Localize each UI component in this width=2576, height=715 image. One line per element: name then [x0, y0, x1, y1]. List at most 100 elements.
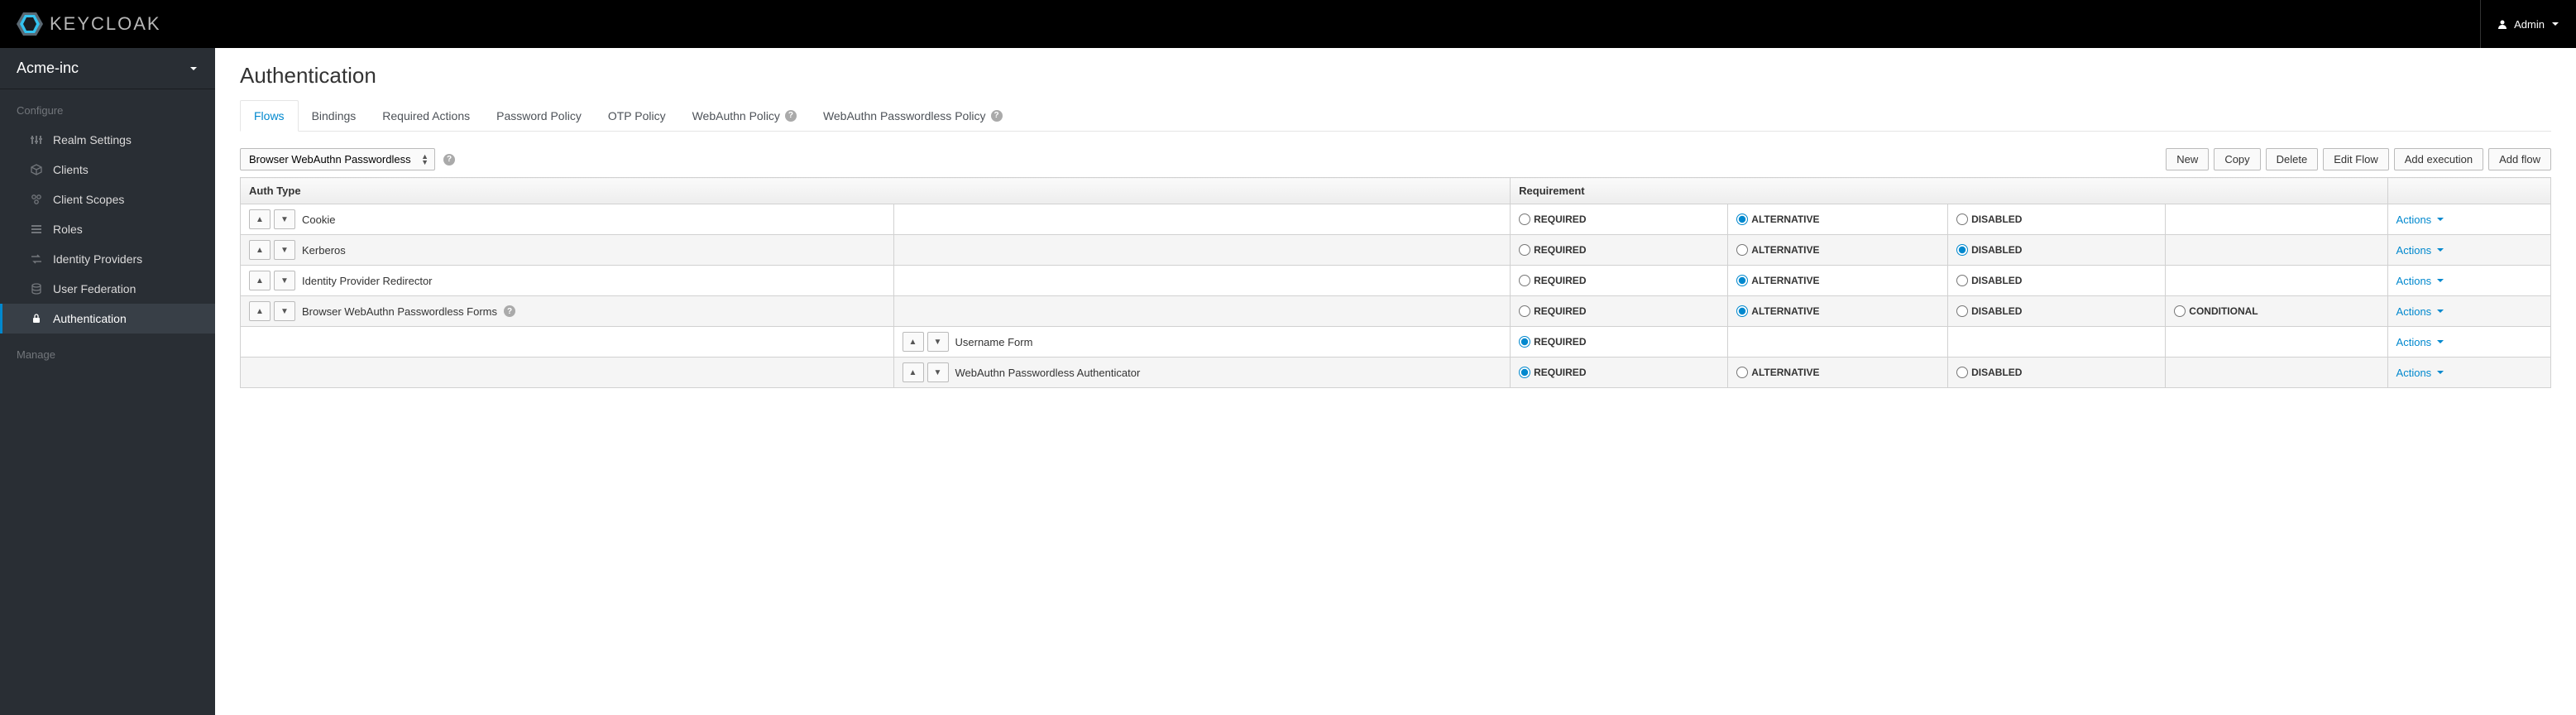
radio-alternative[interactable]	[1736, 214, 1748, 225]
radio-label: DISABLED	[1971, 275, 2022, 286]
delete-button[interactable]: Delete	[2266, 148, 2319, 170]
radio-disabled[interactable]	[1956, 305, 1968, 317]
radio-disabled[interactable]	[1956, 275, 1968, 286]
move-up-button[interactable]: ▲	[249, 209, 271, 229]
move-down-button[interactable]: ▼	[274, 209, 295, 229]
realm-selector[interactable]: Acme-inc	[0, 48, 215, 89]
sidebar-item-user-federation[interactable]: User Federation	[0, 274, 215, 304]
radio-alternative[interactable]	[1736, 367, 1748, 378]
copy-button[interactable]: Copy	[2214, 148, 2260, 170]
help-icon[interactable]: ?	[504, 305, 515, 317]
actions-label: Actions	[2396, 214, 2432, 226]
requirement-required[interactable]: REQUIRED	[1519, 305, 1719, 317]
table-row: ▲▼Identity Provider RedirectorREQUIREDAL…	[241, 266, 2551, 296]
row-actions[interactable]: Actions	[2396, 244, 2542, 257]
topbar: KEYCLOAK Admin	[0, 0, 2576, 48]
requirement-required[interactable]: REQUIRED	[1519, 244, 1719, 256]
requirement-alternative[interactable]: ALTERNATIVE	[1736, 305, 1939, 317]
tab-label: WebAuthn Policy	[692, 109, 780, 122]
move-up-button[interactable]: ▲	[249, 240, 271, 260]
tab-webauthn-passwordless-policy[interactable]: WebAuthn Passwordless Policy ?	[810, 100, 1016, 131]
edit-flow-button[interactable]: Edit Flow	[2323, 148, 2388, 170]
move-up-button[interactable]: ▲	[249, 301, 271, 321]
radio-disabled[interactable]	[1956, 244, 1968, 256]
radio-required[interactable]	[1519, 367, 1530, 378]
requirement-alternative[interactable]: ALTERNATIVE	[1736, 275, 1939, 286]
sidebar-item-authentication[interactable]: Authentication	[0, 304, 215, 334]
add-flow-button[interactable]: Add flow	[2488, 148, 2551, 170]
radio-label: ALTERNATIVE	[1751, 367, 1819, 378]
list-icon	[30, 223, 43, 236]
sidebar-item-realm-settings[interactable]: Realm Settings	[0, 125, 215, 155]
tab-password-policy[interactable]: Password Policy	[483, 100, 595, 131]
requirement-disabled[interactable]: DISABLED	[1956, 275, 2157, 286]
help-icon[interactable]: ?	[785, 110, 797, 122]
radio-conditional[interactable]	[2174, 305, 2186, 317]
tabs: FlowsBindings Required Actions Password Po…	[240, 100, 2551, 132]
sidebar-item-roles[interactable]: Roles	[0, 214, 215, 244]
requirement-alternative[interactable]: ALTERNATIVE	[1736, 214, 1939, 225]
requirement-disabled[interactable]: DISABLED	[1956, 244, 2157, 256]
tab-otp-policy[interactable]: OTP Policy	[595, 100, 679, 131]
sidebar-item-clients[interactable]: Clients	[0, 155, 215, 185]
move-up-button[interactable]: ▲	[903, 332, 924, 352]
auth-type-name: Username Form	[955, 336, 1033, 348]
requirement-conditional[interactable]: CONDITIONAL	[2174, 305, 2378, 317]
radio-required[interactable]	[1519, 336, 1530, 348]
move-down-button[interactable]: ▼	[274, 240, 295, 260]
requirement-alternative[interactable]: ALTERNATIVE	[1736, 367, 1939, 378]
radio-required[interactable]	[1519, 305, 1530, 317]
radio-required[interactable]	[1519, 244, 1530, 256]
move-down-button[interactable]: ▼	[927, 362, 949, 382]
tab-label: Required Actions	[382, 109, 470, 122]
add-execution-button[interactable]: Add execution	[2394, 148, 2483, 170]
move-up-button[interactable]: ▲	[249, 271, 271, 290]
help-icon[interactable]: ?	[991, 110, 1003, 122]
requirement-required[interactable]: REQUIRED	[1519, 214, 1719, 225]
tab-bindings[interactable]: Bindings	[299, 100, 370, 131]
tab-webauthn-policy[interactable]: WebAuthn Policy ?	[679, 100, 810, 131]
move-down-button[interactable]: ▼	[927, 332, 949, 352]
col-actions	[2387, 178, 2550, 204]
sidebar-item-label: Identity Providers	[53, 252, 142, 266]
row-actions[interactable]: Actions	[2396, 214, 2542, 226]
col-auth-type: Auth Type	[241, 178, 1511, 204]
row-actions[interactable]: Actions	[2396, 336, 2542, 348]
user-menu[interactable]: Admin	[2480, 0, 2559, 48]
realm-name: Acme-inc	[17, 60, 79, 77]
sidebar-item-identity-providers[interactable]: Identity Providers	[0, 244, 215, 274]
requirement-required[interactable]: REQUIRED	[1519, 275, 1719, 286]
brand-logo[interactable]: KEYCLOAK	[17, 12, 161, 36]
radio-alternative[interactable]	[1736, 244, 1748, 256]
move-up-button[interactable]: ▲	[903, 362, 924, 382]
requirement-alternative[interactable]: ALTERNATIVE	[1736, 244, 1939, 256]
brand-text: KEYCLOAK	[50, 13, 161, 35]
radio-required[interactable]	[1519, 275, 1530, 286]
help-icon[interactable]: ?	[443, 154, 455, 166]
tab-required-actions[interactable]: Required Actions	[369, 100, 483, 131]
move-down-button[interactable]: ▼	[274, 271, 295, 290]
tab-label: OTP Policy	[608, 109, 666, 122]
flow-select-input[interactable]: Browser WebAuthn Passwordless	[240, 148, 435, 170]
flow-select[interactable]: Browser WebAuthn Passwordless ▲▼	[240, 148, 435, 170]
radio-alternative[interactable]	[1736, 305, 1748, 317]
auth-type-name: Browser WebAuthn Passwordless Forms	[302, 305, 497, 318]
radio-alternative[interactable]	[1736, 275, 1748, 286]
radio-required[interactable]	[1519, 214, 1530, 225]
requirement-required[interactable]: REQUIRED	[1519, 367, 1719, 378]
requirement-disabled[interactable]: DISABLED	[1956, 214, 2157, 225]
row-actions[interactable]: Actions	[2396, 367, 2542, 379]
row-actions[interactable]: Actions	[2396, 275, 2542, 287]
requirement-disabled[interactable]: DISABLED	[1956, 305, 2157, 317]
radio-disabled[interactable]	[1956, 367, 1968, 378]
cube-icon	[30, 163, 43, 176]
requirement-disabled[interactable]: DISABLED	[1956, 367, 2157, 378]
tab-flows[interactable]: Flows	[240, 100, 299, 132]
requirement-required[interactable]: REQUIRED	[1519, 336, 1719, 348]
move-down-button[interactable]: ▼	[274, 301, 295, 321]
radio-disabled[interactable]	[1956, 214, 1968, 225]
new-button[interactable]: New	[2166, 148, 2209, 170]
actions-label: Actions	[2396, 336, 2432, 348]
sidebar-item-client-scopes[interactable]: Client Scopes	[0, 185, 215, 214]
row-actions[interactable]: Actions	[2396, 305, 2542, 318]
